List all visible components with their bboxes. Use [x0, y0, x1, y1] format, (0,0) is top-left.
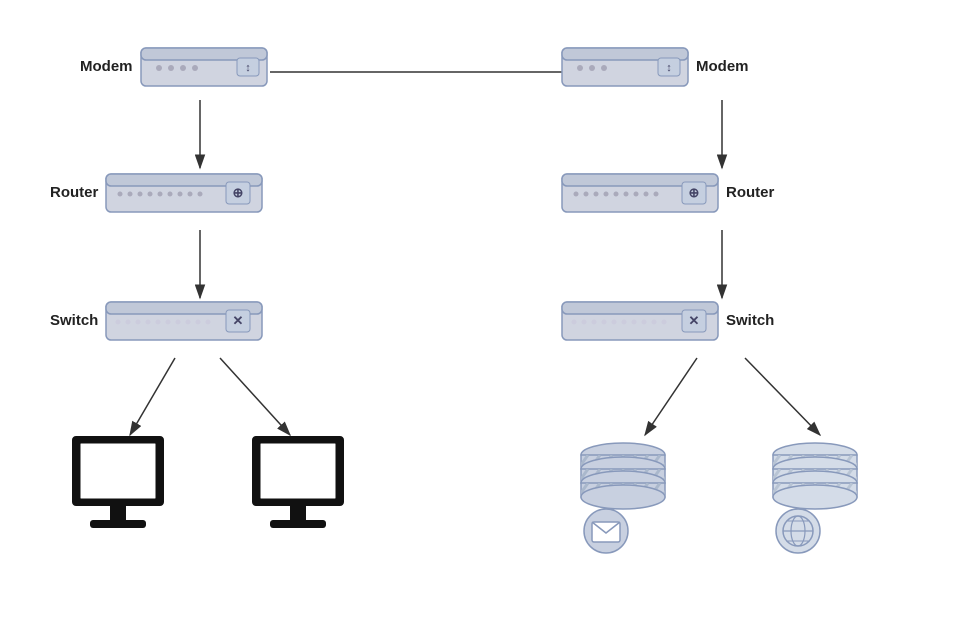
right-switch-icon: ✕: [560, 298, 720, 344]
left-modem-icon: ↕: [139, 44, 269, 90]
right-modem-node: ↕ Modem: [560, 44, 749, 90]
right-server1: [568, 435, 678, 560]
left-switch-icon: ✕: [104, 298, 264, 344]
svg-text:✕: ✕: [689, 313, 700, 328]
left-modem-label: Modem: [80, 58, 133, 75]
left-pc1: [68, 435, 168, 550]
svg-text:⊕: ⊕: [233, 185, 244, 200]
left-pc2: [248, 435, 348, 550]
left-switch-node: Switch ✕: [50, 298, 264, 344]
left-router-label: Router: [50, 184, 98, 201]
left-modem-node: Modem ↕: [80, 44, 269, 90]
pc1-icon: [68, 435, 168, 545]
pc2-icon: [248, 435, 348, 545]
right-router-label: Router: [726, 184, 774, 201]
svg-text:↕: ↕: [245, 62, 251, 74]
left-switch-label: Switch: [50, 312, 98, 329]
right-switch-node: ✕ Switch: [560, 298, 774, 344]
svg-text:✕: ✕: [233, 313, 244, 328]
server2-icon: [760, 435, 870, 555]
svg-text:↕: ↕: [666, 62, 672, 74]
svg-text:⊕: ⊕: [689, 185, 700, 200]
left-router-icon: ⊕: [104, 170, 264, 216]
left-router-node: Router ⊕: [50, 170, 264, 216]
server1-icon: [568, 435, 678, 555]
right-router-node: ⊕ Router: [560, 170, 774, 216]
right-router-icon: ⊕: [560, 170, 720, 216]
network-diagram: Modem ↕ Router: [0, 0, 963, 640]
right-modem-icon: ↕: [560, 44, 690, 90]
right-switch-label: Switch: [726, 312, 774, 329]
right-server2: [760, 435, 870, 560]
right-modem-label: Modem: [696, 58, 749, 75]
